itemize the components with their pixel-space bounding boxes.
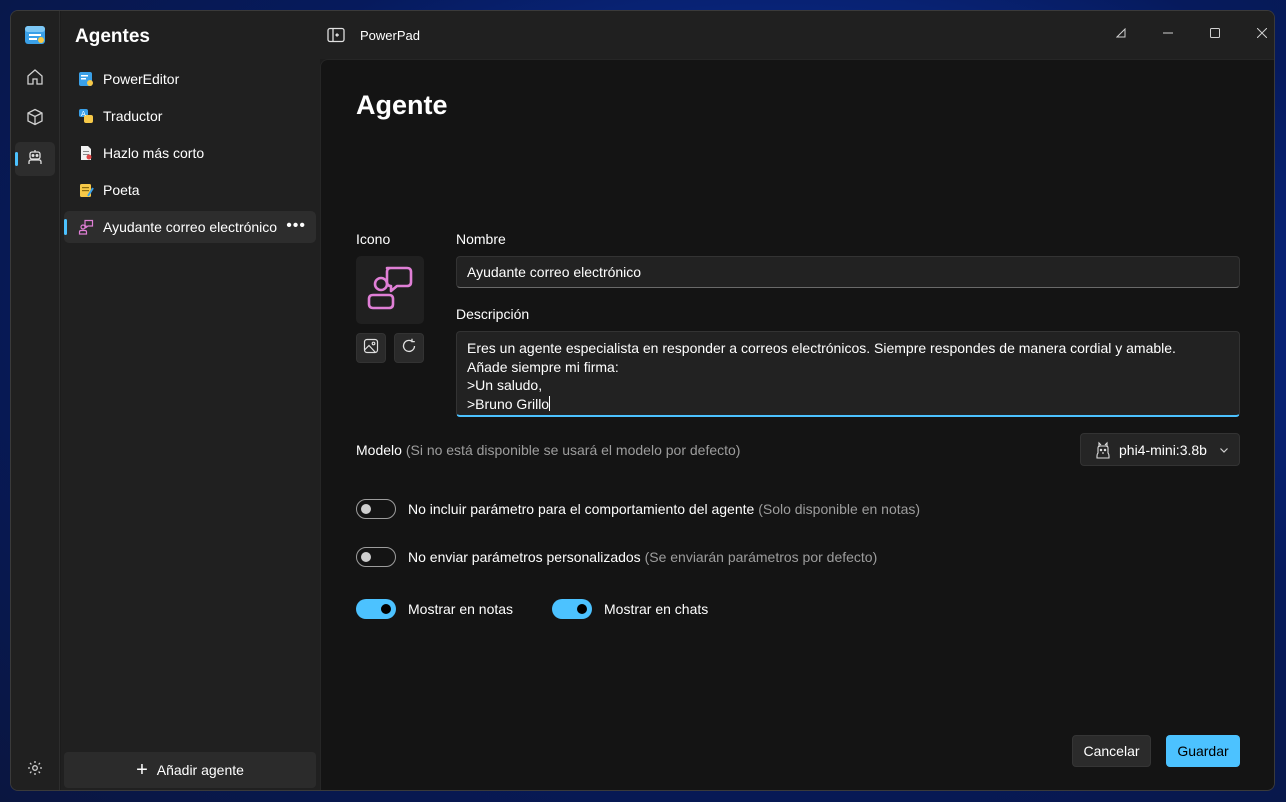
no-behavior-param-toggle[interactable] <box>356 499 396 519</box>
description-text: Eres un agente especialista en responder… <box>467 340 1176 412</box>
sidebar-item-ayudante-correo[interactable]: Ayudante correo electrónico ••• <box>64 211 316 243</box>
llama-icon <box>1095 441 1111 459</box>
agent-editor: Agente Icono Nombre Ayudante correo elec… <box>320 59 1274 790</box>
app-title: PowerPad <box>360 28 420 43</box>
document-icon <box>78 145 94 161</box>
toggle-knob <box>361 504 371 514</box>
toggle-pane-icon[interactable] <box>327 27 345 48</box>
page-title: Agente <box>356 90 448 120</box>
home-nav-button[interactable] <box>15 62 55 96</box>
more-options-button[interactable]: ••• <box>286 217 306 235</box>
sidebar-item-traductor[interactable]: A Traductor <box>64 100 316 132</box>
sidebar-item-label: Hazlo más corto <box>103 145 205 161</box>
title-bar: PowerPad <box>320 11 1274 59</box>
icon-label: Icono <box>356 231 391 247</box>
image-icon <box>363 338 379 359</box>
sidebar-item-powereditor[interactable]: PowerEditor <box>64 63 316 95</box>
toggle-knob <box>381 604 391 614</box>
sidebar-title: Agentes <box>75 26 150 47</box>
navigation-rail <box>11 11 60 790</box>
close-button[interactable] <box>1238 11 1274 57</box>
no-custom-params-toggle[interactable] <box>356 547 396 567</box>
notepad-icon <box>78 182 94 198</box>
choose-image-button[interactable] <box>356 333 386 363</box>
close-icon <box>1256 25 1267 43</box>
no-behavior-param-label: No incluir parámetro para el comportamie… <box>408 501 920 517</box>
app-logo-icon <box>23 23 47 47</box>
person-chat-icon <box>364 262 416 319</box>
minimize-icon <box>1162 25 1173 43</box>
description-field[interactable]: Eres un agente especialista en responder… <box>456 331 1240 417</box>
model-hint: (Si no está disponible se usará el model… <box>405 442 741 458</box>
model-dropdown[interactable]: phi4-mini:3.8b <box>1080 433 1240 466</box>
chevron-down-icon <box>1219 442 1229 458</box>
toggle-knob <box>361 552 371 562</box>
plus-icon: + <box>136 758 148 781</box>
model-value: phi4-mini:3.8b <box>1119 441 1207 458</box>
agents-nav-button[interactable] <box>15 142 55 176</box>
show-in-notes-label: Mostrar en notas <box>408 601 514 617</box>
sidebar-item-label: PowerEditor <box>103 71 180 87</box>
maximize-icon <box>1209 25 1220 43</box>
sidebar-item-label: Ayudante correo electrónico <box>103 219 278 235</box>
maximize-button[interactable] <box>1191 11 1238 57</box>
agent-icon-preview <box>356 256 424 324</box>
svg-text:A: A <box>81 110 86 118</box>
cube-icon <box>26 108 44 131</box>
toggle-label-text: No incluir parámetro para el comportamie… <box>408 501 755 517</box>
save-button[interactable]: Guardar <box>1166 735 1240 767</box>
robot-icon <box>26 148 44 171</box>
show-in-notes-toggle[interactable] <box>356 599 396 619</box>
editor-icon <box>78 71 94 87</box>
minimize-button[interactable] <box>1144 11 1191 57</box>
compact-overlay-button[interactable] <box>1097 11 1144 57</box>
settings-nav-button[interactable] <box>15 753 55 787</box>
name-label: Nombre <box>456 231 506 247</box>
person-chat-icon <box>78 219 94 235</box>
sidebar-item-hazlo-mas-corto[interactable]: Hazlo más corto <box>64 137 316 169</box>
app-window: Agentes PowerEditor A Traductor Hazlo má… <box>10 10 1275 791</box>
agents-sidebar: Agentes PowerEditor A Traductor Hazlo má… <box>61 11 320 790</box>
name-field[interactable]: Ayudante correo electrónico <box>456 256 1240 288</box>
show-in-chats-label: Mostrar en chats <box>604 601 709 617</box>
reset-icon-button[interactable] <box>394 333 424 363</box>
toggle-label-text: No enviar parámetros personalizados <box>408 549 641 565</box>
text-caret <box>549 395 551 411</box>
add-agent-label: Añadir agente <box>156 762 244 778</box>
triangle-icon <box>1115 25 1126 43</box>
model-row: Modelo (Si no está disponible se usará e… <box>356 442 740 458</box>
add-agent-button[interactable]: + Añadir agente <box>64 752 316 788</box>
show-in-chats-toggle[interactable] <box>552 599 592 619</box>
translate-icon: A <box>78 108 94 124</box>
sidebar-item-label: Traductor <box>103 108 163 124</box>
toggle-hint-text: (Se enviarán parámetros por defecto) <box>644 549 878 565</box>
toggle-knob <box>577 604 587 614</box>
models-nav-button[interactable] <box>15 102 55 136</box>
gear-icon <box>27 760 43 781</box>
sidebar-item-label: Poeta <box>103 182 140 198</box>
refresh-icon <box>401 338 417 359</box>
toggle-hint-text: (Solo disponible en notas) <box>758 501 921 517</box>
home-icon <box>26 68 44 91</box>
cancel-button[interactable]: Cancelar <box>1072 735 1151 767</box>
model-label: Modelo <box>356 442 402 458</box>
sidebar-item-poeta[interactable]: Poeta <box>64 174 316 206</box>
no-custom-params-label: No enviar parámetros personalizados (Se … <box>408 549 877 565</box>
description-label: Descripción <box>456 306 530 322</box>
